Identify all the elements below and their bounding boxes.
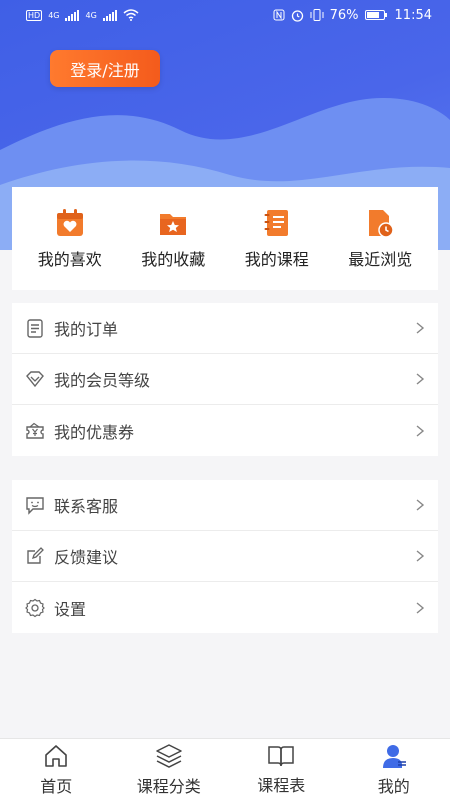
login-register-button[interactable]: 登录/注册 — [50, 50, 160, 87]
star-folder-icon — [160, 213, 187, 235]
menu-item-settings[interactable]: 设置 — [12, 582, 438, 633]
chevron-right-icon — [416, 424, 425, 437]
menu-item-label: 设置 — [54, 599, 87, 619]
home-icon — [45, 744, 68, 767]
book-icon — [268, 745, 294, 766]
diamond-icon — [26, 371, 44, 388]
tab-profile[interactable]: 我的 — [338, 739, 450, 800]
menu-item-customer-service[interactable]: 联系客服 — [12, 480, 438, 531]
menu-item-label: 我的优惠券 — [54, 422, 135, 442]
menu-group-account: 我的订单 我的会员等级 我的优惠券 — [12, 303, 438, 456]
quick-action-recent[interactable]: 最近浏览 — [332, 208, 428, 270]
menu-group-support: 联系客服 反馈建议 设置 — [12, 480, 438, 633]
quick-action-label: 我的收藏 — [141, 249, 206, 269]
signal-icon-2 — [102, 9, 117, 21]
battery-percent: 76% — [329, 7, 359, 23]
menu-item-label: 反馈建议 — [54, 548, 119, 567]
user-icon — [382, 744, 406, 768]
vibrate-icon — [310, 9, 324, 21]
order-list-icon — [27, 319, 43, 338]
edit-icon — [27, 547, 44, 564]
tab-label: 课程分类 — [136, 776, 201, 796]
clock-document-icon — [369, 209, 394, 238]
heart-calendar-icon — [56, 208, 83, 236]
quick-action-courses[interactable]: 我的课程 — [229, 208, 325, 270]
tab-label: 课程表 — [257, 775, 306, 795]
menu-item-feedback[interactable]: 反馈建议 — [12, 531, 438, 582]
gear-icon — [25, 598, 45, 617]
layers-icon — [156, 743, 182, 768]
net2-label: 4G — [85, 10, 97, 20]
menu-item-membership[interactable]: 我的会员等级 — [12, 354, 438, 405]
coupon-icon — [26, 422, 44, 439]
menu-item-label: 联系客服 — [54, 497, 119, 516]
hd-icon: HD — [26, 9, 43, 21]
signal-icon — [65, 9, 80, 21]
status-time: 11:54 — [394, 7, 432, 23]
wifi-icon — [123, 9, 139, 21]
chevron-right-icon — [416, 550, 425, 562]
menu-item-label: 我的订单 — [54, 320, 119, 339]
tab-categories[interactable]: 课程分类 — [113, 739, 226, 800]
menu-item-label: 我的会员等级 — [54, 371, 151, 390]
quick-action-label: 我的喜欢 — [37, 249, 102, 269]
tab-schedule[interactable]: 课程表 — [225, 739, 338, 800]
tab-label: 我的 — [377, 776, 410, 796]
quick-action-label: 最近浏览 — [348, 249, 413, 269]
chevron-right-icon — [416, 373, 425, 385]
battery-icon — [364, 10, 387, 20]
alarm-icon — [291, 9, 303, 22]
quick-action-favorites[interactable]: 我的喜欢 — [22, 208, 118, 270]
tab-home[interactable]: 首页 — [0, 739, 113, 800]
net1-label: 4G — [48, 10, 60, 20]
notebook-icon — [264, 209, 288, 236]
chat-smile-icon — [26, 497, 44, 515]
menu-item-coupons[interactable]: 我的优惠券 — [12, 405, 438, 456]
menu-item-orders[interactable]: 我的订单 — [12, 303, 438, 354]
quick-action-label: 我的课程 — [244, 249, 309, 269]
bottom-tab-bar: 首页 课程分类 课程表 我的 — [0, 738, 450, 800]
chevron-right-icon — [416, 601, 425, 614]
chevron-right-icon — [416, 322, 425, 334]
quick-actions-card: 我的喜欢 我的收藏 我的课程 最近浏览 — [12, 187, 438, 290]
quick-action-collections[interactable]: 我的收藏 — [125, 208, 221, 270]
status-bar: HD 4G 4G 76% 11:54 — [0, 0, 450, 30]
chevron-right-icon — [416, 499, 425, 511]
tab-label: 首页 — [40, 776, 73, 796]
nfc-icon — [273, 9, 285, 21]
